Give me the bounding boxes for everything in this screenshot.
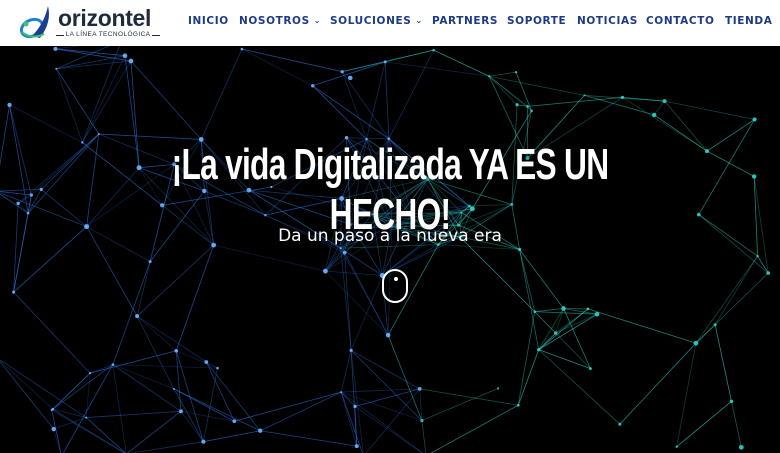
nav-label: NOSOTROS [239, 15, 310, 27]
hero-headline: ¡La vida Digitalizada YA ES UN HECHO! [171, 140, 609, 239]
hero-subheadline: Da un paso a la nueva era [278, 226, 502, 246]
mouse-scroll-icon[interactable] [382, 269, 408, 303]
nav-label: CONTACTO [646, 15, 715, 27]
nav-label: SOPORTE [507, 15, 567, 27]
nav-item-noticias[interactable]: NOTICIAS [577, 15, 638, 27]
chevron-down-icon: ⌄ [313, 16, 322, 25]
nav-item-soluciones[interactable]: SOLUCIONES ⌄ [330, 15, 423, 27]
nav-item-soporte[interactable]: SOPORTE [507, 15, 566, 27]
main-nav: INICIO NOSOTROS ⌄ SOLUCIONES ⌄ PARTNERS SO… [0, 0, 780, 46]
site-header: orizontel LA LÍNEA TECNOLÓGICA INICIO NO… [0, 0, 780, 46]
mouse-wheel-dot [394, 277, 398, 281]
hero-section: ¡La vida Digitalizada YA ES UN HECHO! Da… [0, 46, 780, 453]
nav-item-inicio[interactable]: INICIO [188, 15, 229, 27]
nav-label: SOLUCIONES [330, 15, 412, 27]
nav-item-nosotros[interactable]: NOSOTROS ⌄ [239, 15, 321, 27]
nav-label: NOTICIAS [577, 15, 638, 27]
nav-label: PARTNERS [432, 15, 499, 27]
nav-item-contacto[interactable]: CONTACTO [646, 15, 715, 27]
chevron-down-icon: ⌄ [415, 16, 423, 25]
nav-item-partners[interactable]: PARTNERS [432, 15, 498, 27]
nav-label: INICIO [188, 15, 229, 27]
nav-label: TIENDA [725, 15, 773, 27]
network-lines-background [0, 46, 770, 453]
nav-item-tienda[interactable]: TIENDA [725, 15, 772, 27]
